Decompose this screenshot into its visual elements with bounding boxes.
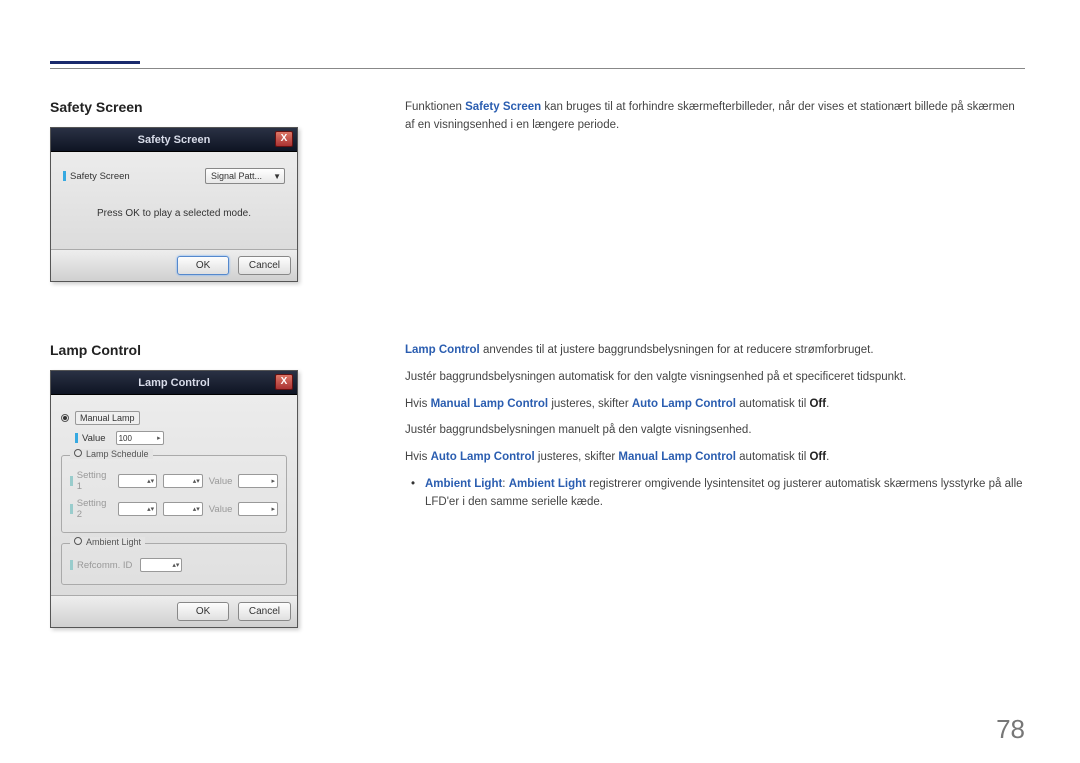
time-spinner[interactable]: ▴▾ — [118, 474, 158, 488]
ambient-light-group: Ambient Light Refcomm. ID ▴▾ — [61, 543, 287, 585]
cancel-button[interactable]: Cancel — [238, 602, 291, 621]
ambient-light-bullet: Ambient Light: Ambient Light registrerer… — [425, 476, 1025, 512]
page-number: 78 — [996, 714, 1025, 745]
safety-screen-dialog: Safety Screen X Safety Screen Signal Pat… — [50, 127, 298, 282]
indicator-bar-icon — [70, 504, 73, 514]
chevron-down-icon: ▼ — [273, 172, 281, 181]
lamp-control-row: Lamp Control Lamp Control X Manual Lamp … — [50, 342, 1025, 628]
spinner-arrows-icon: ▸ — [157, 436, 161, 441]
header-rule — [50, 50, 1025, 69]
close-icon[interactable]: X — [275, 131, 293, 147]
value-label: Value — [75, 433, 106, 444]
safety-screen-heading: Safety Screen — [50, 99, 360, 115]
time-spinner[interactable]: ▴▾ — [118, 502, 158, 516]
lamp-control-p2: Justér baggrundsbelysningen automatisk f… — [405, 369, 1025, 387]
lamp-control-p3: Hvis Manual Lamp Control justeres, skift… — [405, 396, 1025, 414]
close-icon[interactable]: X — [275, 374, 293, 390]
safety-screen-row: Safety Screen Safety Screen X Safety Scr… — [50, 99, 1025, 282]
indicator-bar-icon — [70, 560, 73, 570]
combo-value: Signal Patt... — [211, 171, 262, 181]
time-spinner[interactable]: ▴▾ — [163, 502, 203, 516]
dialog-hint: Press OK to play a selected mode. — [63, 208, 285, 219]
value-spinner[interactable]: 100 ▸ — [116, 431, 164, 445]
indicator-bar-icon — [70, 476, 73, 486]
lamp-control-p1: Lamp Control anvendes til at justere bag… — [405, 342, 1025, 360]
safety-screen-field-label: Safety Screen — [63, 171, 130, 182]
manual-lamp-radio[interactable] — [61, 414, 69, 422]
lamp-schedule-radio[interactable] — [74, 449, 82, 457]
safety-screen-description: Funktionen Safety Screen kan bruges til … — [405, 99, 1025, 135]
refcomm-spinner[interactable]: ▴▾ — [140, 558, 182, 572]
lamp-schedule-group: Lamp Schedule Setting 1 ▴▾ ▴▾ Value ▸ Se… — [61, 455, 287, 533]
manual-lamp-label: Manual Lamp — [75, 411, 140, 425]
lamp-control-p4: Justér baggrundsbelysningen manuelt på d… — [405, 422, 1025, 440]
value-spinner[interactable]: ▸ — [238, 502, 278, 516]
lamp-control-heading: Lamp Control — [50, 342, 360, 358]
cancel-button[interactable]: Cancel — [238, 256, 291, 275]
indicator-bar-icon — [75, 433, 78, 443]
indicator-bar-icon — [63, 171, 66, 181]
lamp-control-dialog: Lamp Control X Manual Lamp Value 100 ▸ L… — [50, 370, 298, 628]
ok-button[interactable]: OK — [177, 602, 229, 621]
ambient-light-radio[interactable] — [74, 537, 82, 545]
dialog-title: Safety Screen — [138, 134, 211, 146]
dialog-titlebar: Lamp Control X — [51, 371, 297, 395]
ok-button[interactable]: OK — [177, 256, 229, 275]
value-spinner[interactable]: ▸ — [238, 474, 278, 488]
dialog-titlebar: Safety Screen X — [51, 128, 297, 152]
time-spinner[interactable]: ▴▾ — [163, 474, 203, 488]
dialog-title: Lamp Control — [138, 377, 210, 389]
signal-pattern-combo[interactable]: Signal Patt... ▼ — [205, 168, 285, 184]
accent-bar — [50, 61, 140, 64]
lamp-control-p5: Hvis Auto Lamp Control justeres, skifter… — [405, 449, 1025, 467]
